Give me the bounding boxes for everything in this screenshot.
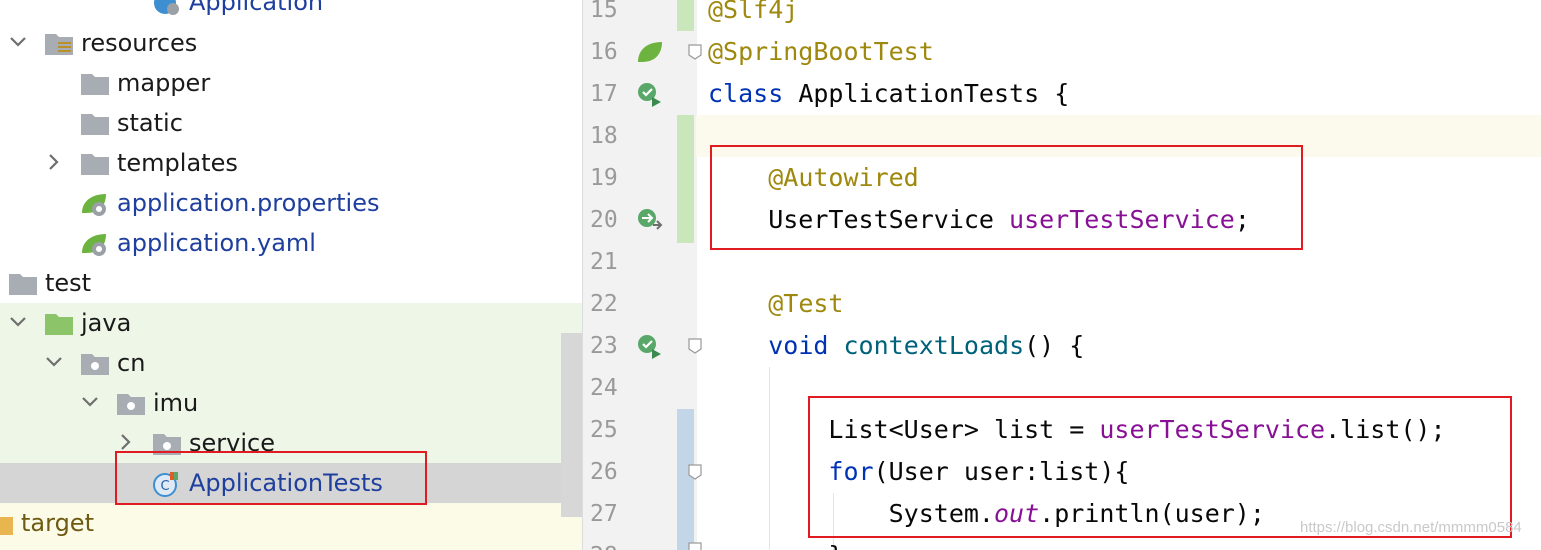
spring-config-icon xyxy=(80,191,110,217)
folder-icon xyxy=(80,111,110,137)
chevron-right-icon[interactable] xyxy=(44,152,64,172)
line-number: 25 xyxy=(590,417,618,443)
tree-row-label: application.properties xyxy=(117,189,380,217)
line-number: 18 xyxy=(590,123,618,149)
run-test-icon[interactable] xyxy=(635,331,665,361)
line-number: 19 xyxy=(590,165,618,191)
tree-row-label: Application xyxy=(189,0,324,16)
tree-row-label: java xyxy=(81,309,132,337)
code-editor[interactable]: 15 16 17 18 19 20 21 22 23 24 25 26 27 28 @Slf4j @Spri… xyxy=(582,0,1541,550)
tree-row-label: mapper xyxy=(117,69,211,97)
spring-config-icon xyxy=(80,231,110,257)
tree-row-application-properties[interactable]: application.properties xyxy=(0,183,560,223)
chevron-down-icon[interactable] xyxy=(80,392,100,412)
tree-row-label: static xyxy=(117,109,183,137)
tree-row-label: imu xyxy=(153,389,199,417)
test-sources-folder-icon xyxy=(44,311,74,337)
tree-row-label: application.yaml xyxy=(117,229,316,257)
line-number: 17 xyxy=(590,81,618,107)
tree-row-label: cn xyxy=(117,349,146,377)
resources-folder-icon xyxy=(44,31,74,57)
tree-row-imu[interactable]: imu xyxy=(0,383,560,423)
vcs-added-marker[interactable] xyxy=(677,115,694,243)
highlight-box-tree-selection xyxy=(115,451,427,505)
run-test-icon[interactable] xyxy=(635,79,665,109)
code-token: @SpringBootTest xyxy=(708,37,934,66)
code-line-16[interactable]: @SpringBootTest xyxy=(708,31,934,73)
line-number: 22 xyxy=(590,291,618,317)
code-line-22[interactable]: @Test xyxy=(708,283,843,325)
line-number: 24 xyxy=(590,375,618,401)
code-token: void xyxy=(768,331,829,360)
line-number: 15 xyxy=(590,0,618,23)
tree-row-application-yaml[interactable]: application.yaml xyxy=(0,223,560,263)
code-line-23[interactable]: void contextLoads() { xyxy=(708,325,1084,367)
code-token: contextLoads xyxy=(843,331,1025,360)
project-tree-panel[interactable]: Application resources mapper static template… xyxy=(0,0,582,550)
tree-row-java[interactable]: java xyxy=(0,303,560,343)
spring-boot-class-icon xyxy=(152,0,182,16)
folder-icon xyxy=(80,151,110,177)
code-token: ApplicationTests { xyxy=(783,79,1070,108)
highlight-box-loop xyxy=(808,396,1512,538)
code-line-15[interactable]: @Slf4j xyxy=(708,0,798,31)
code-line-17[interactable]: class ApplicationTests { xyxy=(708,73,1069,115)
line-number: 26 xyxy=(590,459,618,485)
tree-row-mapper[interactable]: mapper xyxy=(0,63,560,103)
line-number: 21 xyxy=(590,249,618,275)
excluded-folder-icon xyxy=(0,511,14,537)
code-token: } xyxy=(708,541,843,550)
tree-row-resources[interactable]: resources xyxy=(0,23,560,63)
line-number: 27 xyxy=(590,501,618,527)
autowired-navigate-icon[interactable] xyxy=(635,205,665,235)
tree-row-templates[interactable]: templates xyxy=(0,143,560,183)
folder-icon xyxy=(80,71,110,97)
chevron-down-icon[interactable] xyxy=(8,32,28,52)
code-token: class xyxy=(708,79,784,108)
package-icon xyxy=(80,351,110,377)
chevron-down-icon[interactable] xyxy=(44,352,64,372)
line-number: 16 xyxy=(590,39,618,65)
fold-marker-icon[interactable] xyxy=(686,463,704,481)
tree-row-static[interactable]: static xyxy=(0,103,560,143)
vcs-added-marker[interactable] xyxy=(677,0,694,31)
code-token: @Test xyxy=(768,289,844,318)
tree-row-cn[interactable]: cn xyxy=(0,343,560,383)
folder-icon xyxy=(8,271,38,297)
tree-scrollbar-thumb[interactable] xyxy=(561,333,582,517)
spring-bean-icon[interactable] xyxy=(635,37,665,67)
code-token: () { xyxy=(1024,331,1085,360)
fold-marker-icon[interactable] xyxy=(686,541,704,550)
fold-marker-icon[interactable] xyxy=(686,43,704,61)
line-number: 23 xyxy=(590,333,618,359)
tree-row-test[interactable]: test xyxy=(0,263,560,303)
chevron-down-icon[interactable] xyxy=(8,312,28,332)
fold-marker-icon[interactable] xyxy=(686,337,704,355)
watermark-text: https://blog.csdn.net/mmmm0584 xyxy=(1300,519,1522,536)
tree-row-label: resources xyxy=(81,29,198,57)
tree-row-label: templates xyxy=(117,149,238,177)
package-icon xyxy=(116,391,146,417)
tree-row-target[interactable]: target xyxy=(0,503,560,543)
highlight-box-autowired xyxy=(710,145,1303,250)
chevron-right-icon[interactable] xyxy=(116,432,136,452)
tree-row-label: target xyxy=(21,509,94,537)
line-number: 20 xyxy=(590,207,618,233)
code-token: @Slf4j xyxy=(708,0,799,24)
line-number: 28 xyxy=(590,535,630,550)
tree-row-label: test xyxy=(45,269,92,297)
tree-row-application[interactable]: Application xyxy=(0,0,560,22)
